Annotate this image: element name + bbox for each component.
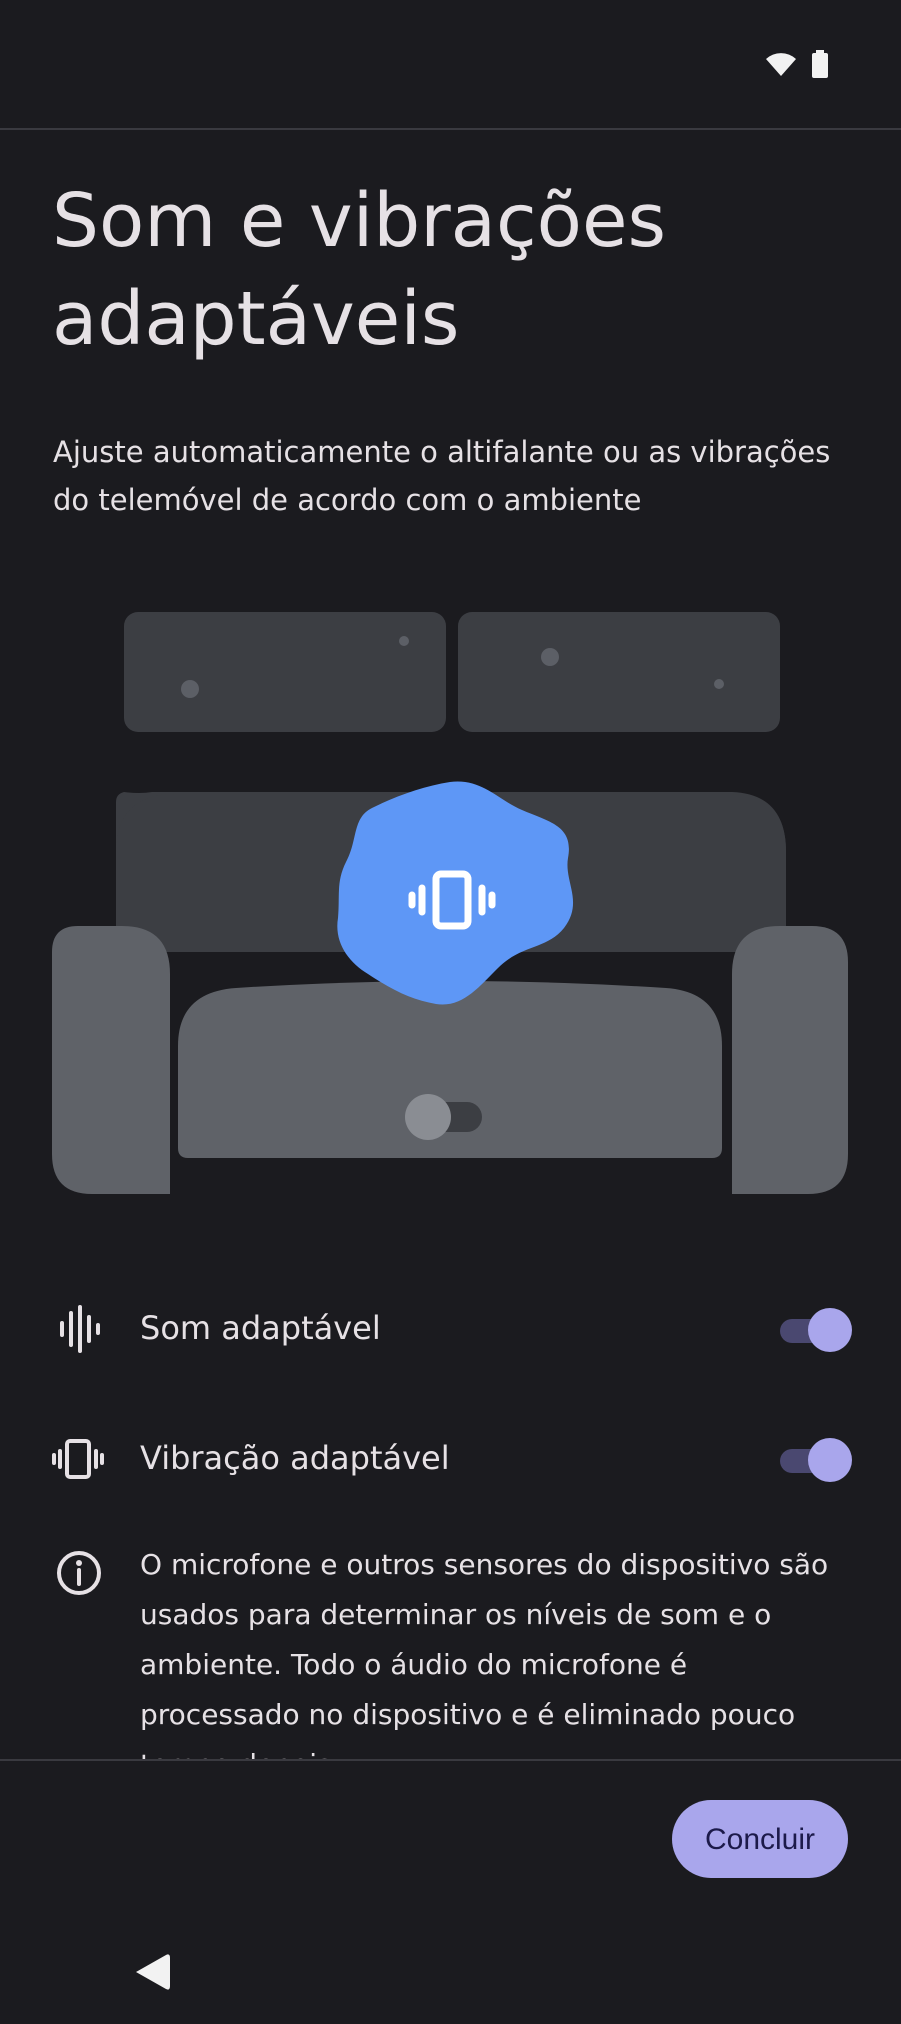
wifi-icon (766, 53, 796, 76)
seat-toggle-thumb (405, 1094, 451, 1140)
setting-label: Vibração adaptável (140, 1439, 450, 1477)
done-button[interactable]: Concluir (672, 1800, 848, 1878)
battery-icon (812, 50, 828, 78)
adaptive-sound-toggle[interactable] (780, 1305, 852, 1353)
status-icons (765, 50, 829, 78)
sofa-armrest-right (732, 926, 848, 1194)
toggle-thumb (808, 1438, 852, 1482)
wall-panel-right (458, 612, 780, 732)
setting-adaptive-sound[interactable]: Som adaptável (52, 1283, 852, 1373)
setting-label: Som adaptável (140, 1309, 381, 1347)
privacy-info: O microfone e outros sensores do disposi… (52, 1540, 852, 1760)
page-title: Som e vibrações adaptáveis (52, 178, 667, 362)
sofa-illustration (52, 612, 848, 1194)
sofa-armrest-left (52, 926, 170, 1194)
back-triangle-icon[interactable] (132, 1951, 172, 1993)
toggle-thumb (808, 1308, 852, 1352)
info-text: O microfone e outros sensores do disposi… (140, 1548, 829, 1760)
page-subtitle: Ajuste automaticamente o altifalante ou … (53, 435, 831, 517)
adaptive-vibration-toggle[interactable] (780, 1435, 852, 1483)
status-bar (0, 0, 901, 130)
wall-panel-left (124, 612, 446, 732)
vibration-icon (52, 1439, 104, 1479)
setting-adaptive-vibration[interactable]: Vibração adaptável (52, 1413, 852, 1503)
info-icon (57, 1551, 101, 1595)
bottom-divider (0, 1759, 901, 1761)
sound-wave-icon (60, 1305, 100, 1353)
